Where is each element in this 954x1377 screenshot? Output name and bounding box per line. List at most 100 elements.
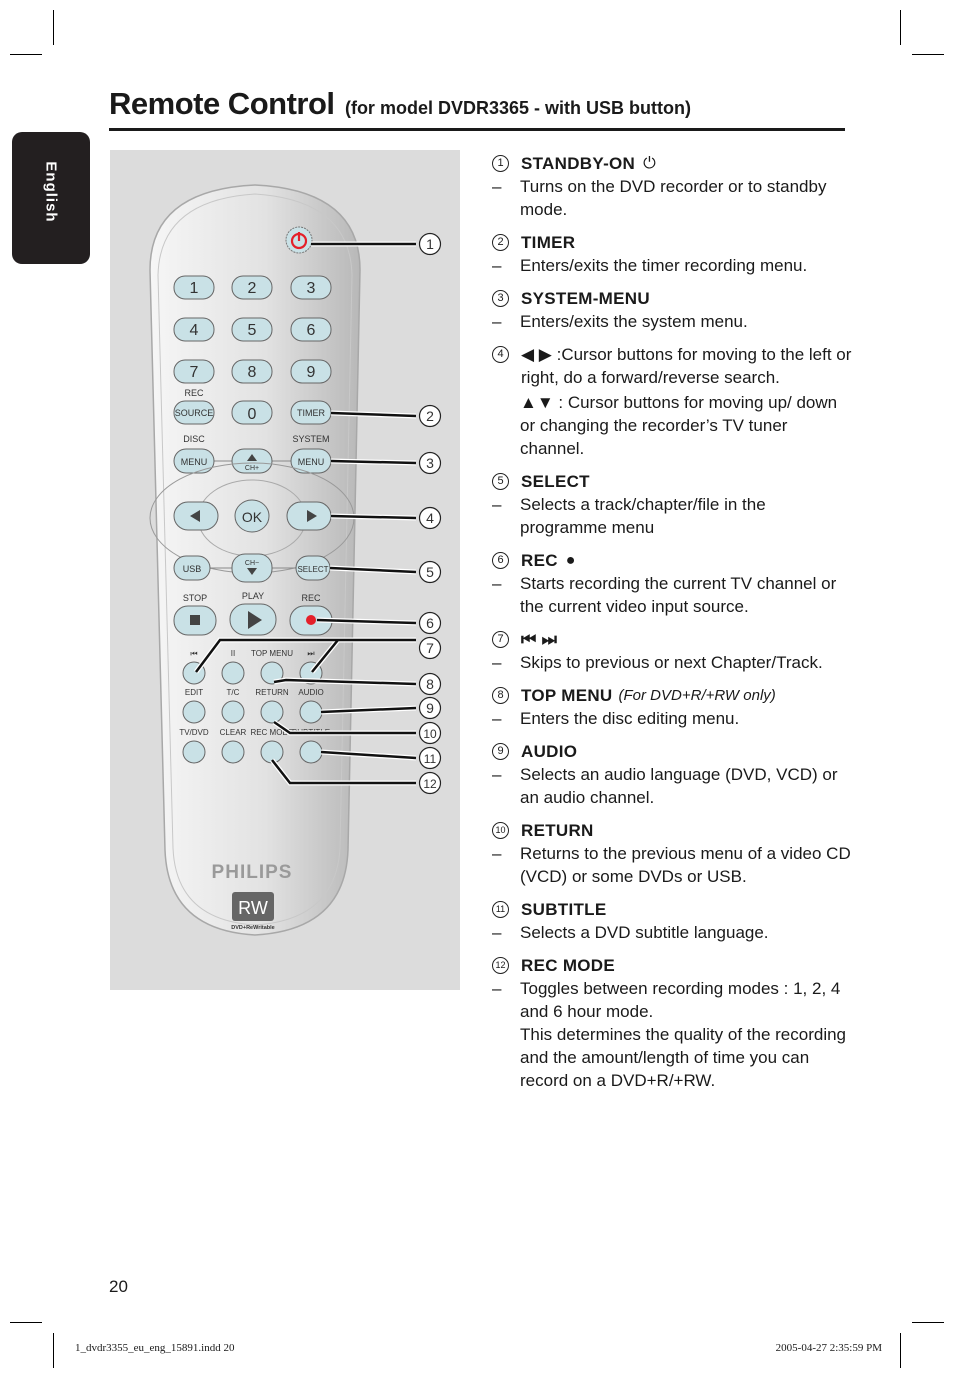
item-number: 7	[492, 631, 509, 648]
item-description: – Enters/exits the system menu.	[492, 310, 852, 333]
crop-mark	[10, 54, 42, 55]
item-number: 8	[492, 687, 509, 704]
svg-text:CH+: CH+	[245, 465, 259, 472]
dash-bullet: –	[492, 844, 502, 863]
svg-text:DISC: DISC	[183, 434, 205, 444]
rec-dot-icon	[306, 615, 316, 625]
pause-button[interactable]	[221, 661, 245, 685]
power-icon: ⏻	[643, 155, 656, 172]
stop-icon	[190, 615, 200, 625]
item-description: – Returns to the previous menu of a video…	[492, 842, 852, 888]
description-text: Enters/exits the timer recording menu.	[520, 256, 808, 275]
item-label: TOP MENU	[521, 686, 613, 705]
language-tab: English	[12, 132, 90, 264]
item-description: – Selects an audio language (DVD, VCD) or…	[492, 763, 852, 809]
clear-button[interactable]	[221, 740, 245, 764]
description-text: Turns on the DVD recorder or to standby …	[520, 177, 827, 219]
tc-button-label: T/C	[227, 688, 240, 697]
dash-bullet: –	[492, 979, 502, 998]
digit-label: 4	[190, 322, 199, 339]
description-item: 11 SUBTITLE – Selects a DVD subtitle langua…	[492, 898, 852, 944]
callout-number-label: 11	[424, 752, 437, 766]
item-heading: 8 TOP MENU (For DVD+R/+RW only)	[492, 684, 852, 707]
description-item: 10 RETURN – Returns to the previous menu of…	[492, 819, 852, 888]
title-subtitle: (for model DVDR3365 - with USB button)	[344, 98, 691, 118]
description-text: Enters/exits the system menu.	[520, 312, 748, 331]
callout-number-label: 8	[426, 676, 434, 692]
item-heading: 2 TIMER	[492, 231, 852, 254]
item-heading: 3 SYSTEM-MENU	[492, 287, 852, 310]
item-description: – Selects a DVD subtitle language.	[492, 921, 852, 944]
description-item: 4 ◀ ▶ :Cursor buttons for moving to the l…	[492, 343, 852, 460]
description-text: Starts recording the current TV channel …	[520, 574, 837, 616]
item-number: 4	[492, 346, 509, 363]
prev-button-label: ⏮	[190, 649, 197, 658]
svg-text:CH−: CH−	[245, 560, 259, 567]
svg-text:0: 0	[248, 406, 257, 423]
description-text: Returns to the previous menu of a video …	[520, 844, 851, 886]
svg-text:SOURCE: SOURCE	[175, 408, 214, 418]
item-description: – Starts recording the current TV channel…	[492, 572, 852, 618]
item-heading: 1 STANDBY-ON ⏻	[492, 152, 852, 175]
button-description-list: 1 STANDBY-ON ⏻ – Turns on the DVD recorder o…	[492, 152, 852, 1102]
svg-text:OK: OK	[242, 509, 263, 525]
item-description: – Selects a track/chapter/file in the pro…	[492, 493, 852, 539]
dash-bullet: –	[492, 312, 502, 331]
item-label: ◀ ▶ :Cursor buttons for moving to the le…	[521, 345, 852, 387]
description-item: 3 SYSTEM-MENU – Enters/exits the system men…	[492, 287, 852, 333]
item-number: 3	[492, 290, 509, 307]
dash-bullet: –	[492, 765, 502, 784]
item-description: – Enters/exits the timer recording menu.	[492, 254, 852, 277]
audio-button[interactable]	[299, 700, 323, 724]
page-title: Remote Control (for model DVDR3365 - wit…	[109, 86, 845, 122]
item-label: TIMER	[521, 233, 576, 252]
item-number: 6	[492, 552, 509, 569]
digit-buttons: 1 2 3 4 5 6 7 8 9	[173, 275, 332, 384]
description-text: Selects a track/chapter/file in the prog…	[520, 495, 766, 537]
edit-button[interactable]	[182, 700, 206, 724]
tv-dvd-button[interactable]	[182, 740, 206, 764]
description-text: Selects an audio language (DVD, VCD) or …	[520, 765, 838, 807]
dash-bullet: –	[492, 574, 502, 593]
record-dot-icon: ●	[565, 552, 576, 569]
digit-label: 2	[248, 280, 257, 297]
description-text: Toggles between recording modes : 1, 2, …	[520, 979, 841, 1021]
item-extra: ▲▼ : Cursor buttons for moving up/ down …	[520, 393, 838, 458]
rec-mode-button[interactable]	[260, 740, 284, 764]
callout-number-label: 1	[426, 236, 434, 252]
tc-button[interactable]	[221, 700, 245, 724]
digit-label: 3	[307, 280, 316, 297]
svg-text:DVD+ReWritable: DVD+ReWritable	[231, 925, 274, 931]
svg-text:TIMER: TIMER	[297, 408, 325, 418]
crop-mark	[10, 1322, 42, 1323]
top-menu-button-label: TOP MENU	[251, 649, 293, 658]
item-description: – Skips to previous or next Chapter/Track…	[492, 651, 852, 674]
item-number: 11	[492, 901, 509, 918]
item-label: AUDIO	[521, 742, 578, 761]
svg-text:SELECT: SELECT	[297, 565, 328, 574]
digit-label: 1	[190, 280, 199, 297]
philips-logo: PHILIPS	[212, 862, 293, 883]
digit-label: 5	[248, 322, 257, 339]
item-extra: This determines the quality of the recor…	[520, 1025, 847, 1090]
callout-number-label: 5	[426, 564, 434, 580]
dash-bullet: –	[492, 256, 502, 275]
footer-timestamp: 2005-04-27 2:35:59 PM	[775, 1342, 882, 1354]
item-heading: 4 ◀ ▶ :Cursor buttons for moving to the l…	[492, 343, 852, 389]
dash-bullet: –	[492, 495, 502, 514]
digit-label: 7	[190, 364, 199, 381]
digit-label: 9	[307, 364, 316, 381]
return-button[interactable]	[260, 700, 284, 724]
callout-number-label: 10	[423, 727, 437, 741]
item-label: ⏮ ⏭	[521, 630, 558, 649]
svg-text:MENU: MENU	[298, 457, 325, 467]
svg-text:MENU: MENU	[181, 457, 208, 467]
subtitle-button[interactable]	[299, 740, 323, 764]
item-heading: 9 AUDIO	[492, 740, 852, 763]
item-description: – Toggles between recording modes : 1, 2,…	[492, 977, 852, 1023]
dash-bullet: –	[492, 653, 502, 672]
dash-bullet: –	[492, 709, 502, 728]
tv-dvd-button-label: TV/DVD	[179, 728, 209, 737]
item-label: SYSTEM-MENU	[521, 289, 650, 308]
description-item: 9 AUDIO – Selects an audio language (DVD, V…	[492, 740, 852, 809]
